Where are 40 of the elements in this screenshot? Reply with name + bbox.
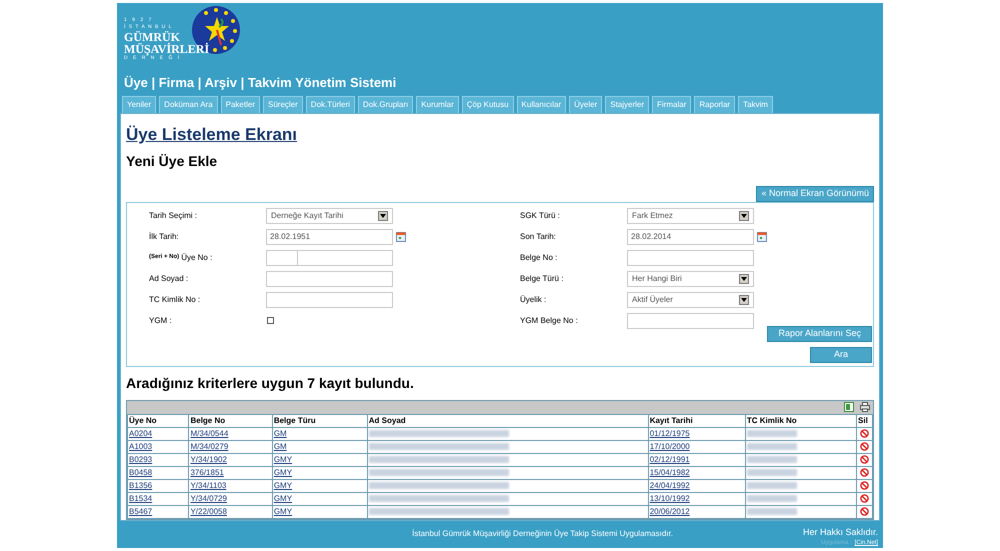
- column-header: Ad Soyad: [367, 414, 648, 427]
- app-title: Üye | Firma | Arşiv | Takvim Yönetim Sistemi: [124, 74, 398, 92]
- page-title: Üye Listeleme Ekranı: [126, 124, 298, 146]
- table-link[interactable]: GMY: [274, 480, 292, 490]
- column-header: Kayıt Tarihi: [648, 414, 746, 427]
- field-label: Üyelik :: [520, 294, 546, 306]
- footer-text: İstanbul Gümrük Müşavirliği Derneğinin Üye Takip Sistemi Uygulamasıdır.: [412, 528, 673, 540]
- date-field[interactable]: 28.02.2014: [627, 228, 754, 244]
- rights-text: Her Hakkı Saklıdır.: [802, 526, 878, 538]
- column-header: TC Kimlik No: [745, 414, 857, 427]
- table-link[interactable]: GMY: [274, 506, 292, 516]
- field-label: Son Tarih:: [520, 230, 556, 242]
- column-header: Üye No: [128, 414, 189, 427]
- table-link[interactable]: GMY: [274, 468, 292, 476]
- field-label: Belge Türü :: [520, 272, 564, 284]
- select-field[interactable]: Aktif Üyeler: [627, 292, 754, 308]
- select-field[interactable]: Fark Etmez: [627, 208, 754, 224]
- field-label: İlk Tarih:: [149, 230, 179, 242]
- table-link[interactable]: GMY: [274, 454, 292, 464]
- table-link[interactable]: GM: [274, 428, 287, 438]
- column-header: Belge Türu: [272, 414, 368, 427]
- select-field[interactable]: Derneğe Kayıt Tarihi: [266, 208, 393, 224]
- select-field[interactable]: Her Hangi Biri: [627, 270, 754, 286]
- logo-text: GÜMRÜK: [124, 31, 180, 43]
- field-label: Belge No :: [520, 252, 558, 264]
- field-label: YGM :: [149, 314, 172, 326]
- logo-text: MÜŞAVİRLERİ: [124, 43, 210, 55]
- table-link[interactable]: GM: [274, 442, 287, 450]
- date-field[interactable]: 28.02.1951: [266, 228, 393, 244]
- field-label: Ad Soyad :: [149, 272, 188, 284]
- field-label: SGK Türü :: [520, 210, 560, 222]
- field-label: YGM Belge No :: [520, 314, 578, 326]
- column-header: Sil: [856, 414, 872, 427]
- field-label: TC Kimlik No :: [149, 294, 200, 306]
- add-member-link[interactable]: Yeni Üye Ekle: [126, 150, 218, 172]
- field-label: Tarih Seçimi :: [149, 210, 198, 222]
- result-count-text: Aradığınız kriterlere uygun 7 kayıt bulundu.: [126, 374, 414, 393]
- column-header: Belge No: [188, 414, 272, 427]
- table-link[interactable]: GMY: [274, 494, 292, 502]
- field-label: Üye No :: [181, 252, 212, 264]
